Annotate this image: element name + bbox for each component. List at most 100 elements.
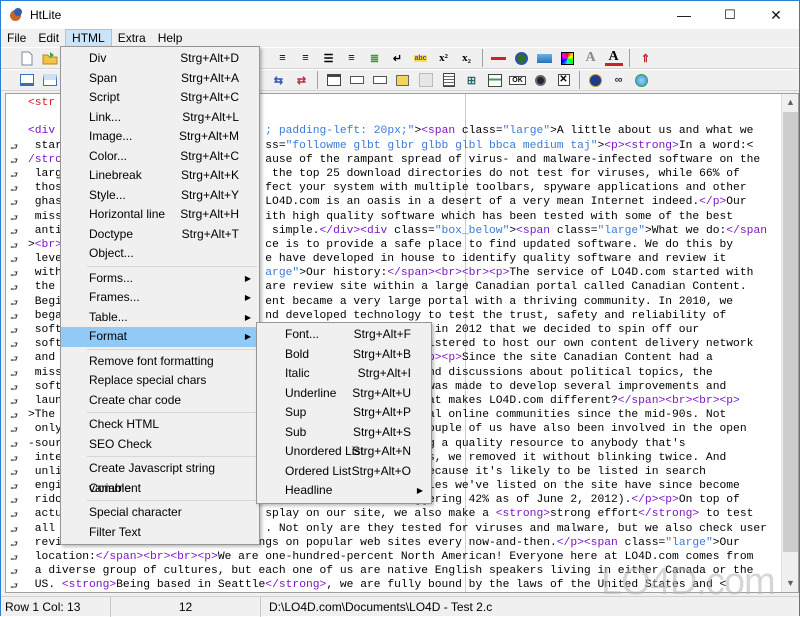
menu-item-headline[interactable]: Headline▶ xyxy=(257,481,431,501)
menu-item-link[interactable]: Link...Strg+Alt+L xyxy=(61,108,259,128)
scroll-up-icon[interactable]: ▲ xyxy=(782,94,799,111)
superscript-icon[interactable]: x² xyxy=(435,50,453,66)
wrap-marker-icon: ⮐ xyxy=(10,197,22,207)
menu-item-span[interactable]: SpanStrg+Alt+A xyxy=(61,69,259,89)
wrap-marker-icon: ⮐ xyxy=(10,368,22,378)
menu-item-label: Forms... xyxy=(89,269,133,289)
column-split-icon[interactable]: ⇆ xyxy=(270,72,288,88)
maximize-button[interactable]: ☐ xyxy=(707,1,753,29)
align-center-icon[interactable]: ≡ xyxy=(297,50,315,66)
menu-edit[interactable]: Edit xyxy=(32,29,65,47)
menu-item-font[interactable]: Font...Strg+Alt+F xyxy=(257,325,431,345)
menu-separator xyxy=(87,266,257,267)
menu-item-label: Script xyxy=(89,88,120,108)
wrap-marker-icon: ⮐ xyxy=(10,524,22,534)
app-logo-icon xyxy=(8,7,24,23)
align-left-icon[interactable]: ≡ xyxy=(274,50,292,66)
menu-item-label: Style... xyxy=(89,186,126,206)
menu-item-create-javascript-string-variable[interactable]: Create Javascript string variable xyxy=(61,459,259,479)
color-palette-icon[interactable] xyxy=(559,50,577,66)
menu-item-comment[interactable]: Comment xyxy=(61,479,259,499)
link-globe-icon[interactable] xyxy=(513,50,531,66)
menu-help[interactable]: Help xyxy=(152,29,189,47)
frame-icon[interactable] xyxy=(325,72,343,88)
menu-item-shortcut: Strg+Alt+A xyxy=(181,69,239,89)
frame-bottom-icon[interactable] xyxy=(41,72,59,88)
menu-item-sub[interactable]: SubStrg+Alt+S xyxy=(257,423,431,443)
menu-file[interactable]: File xyxy=(1,29,32,47)
form-icon[interactable] xyxy=(486,72,504,88)
menu-item-filter-text[interactable]: Filter Text xyxy=(61,523,259,543)
menu-item-label: Div xyxy=(89,49,106,69)
menu-item-label: Sup xyxy=(285,403,306,423)
spellcheck-icon[interactable]: abc xyxy=(412,50,430,66)
menu-item-script[interactable]: ScriptStrg+Alt+C xyxy=(61,88,259,108)
menu-item-bold[interactable]: BoldStrg+Alt+B xyxy=(257,345,431,365)
menu-item-div[interactable]: DivStrg+Alt+D xyxy=(61,49,259,69)
menu-item-color[interactable]: Color...Strg+Alt+C xyxy=(61,147,259,167)
tree-icon[interactable]: ⊞ xyxy=(463,72,481,88)
menu-separator xyxy=(87,456,257,457)
menu-item-unordered-list[interactable]: Unordered ListStrg+Alt+N xyxy=(257,442,431,462)
vertical-scrollbar[interactable]: ▲ ▼ xyxy=(781,94,798,592)
ok-button-icon[interactable]: OK xyxy=(509,72,527,88)
textarea-icon[interactable] xyxy=(371,72,389,88)
font-icon[interactable]: A xyxy=(582,50,600,66)
menu-item-special-character[interactable]: Special character xyxy=(61,503,259,523)
textbox-icon[interactable] xyxy=(348,72,366,88)
menu-item-replace-special-chars[interactable]: Replace special chars xyxy=(61,371,259,391)
checkbox-icon[interactable]: ✕ xyxy=(555,72,573,88)
menu-item-frames[interactable]: Frames...▶ xyxy=(61,288,259,308)
close-button[interactable]: ✕ xyxy=(753,1,799,29)
menu-item-label: Table... xyxy=(89,308,128,328)
subscript-icon[interactable]: x₂ xyxy=(458,50,476,66)
menu-html[interactable]: HTML xyxy=(65,29,112,47)
menu-item-create-char-code[interactable]: Create char code xyxy=(61,391,259,411)
menu-item-remove-font-formatting[interactable]: Remove font formatting xyxy=(61,352,259,372)
browser-icon[interactable] xyxy=(633,72,651,88)
menu-item-italic[interactable]: ItalicStrg+Alt+I xyxy=(257,364,431,384)
binoculars-icon[interactable]: ∞ xyxy=(610,72,628,88)
menu-item-seo-check[interactable]: SEO Check xyxy=(61,435,259,455)
menu-item-image[interactable]: Image...Strg+Alt+M xyxy=(61,127,259,147)
minimize-button[interactable]: — xyxy=(661,1,707,29)
html-menu: DivStrg+Alt+DSpanStrg+Alt+AScriptStrg+Al… xyxy=(60,46,260,545)
menu-item-horizontal-line[interactable]: Horizontal lineStrg+Alt+H xyxy=(61,205,259,225)
file-path: D:\LO4D.com\Documents\LO4D - Test 2.c xyxy=(261,597,496,617)
indent-icon[interactable]: ≣ xyxy=(366,50,384,66)
menu-item-object[interactable]: Object... xyxy=(61,244,259,264)
menu-item-style[interactable]: Style...Strg+Alt+Y xyxy=(61,186,259,206)
linebreak-icon[interactable]: ↵ xyxy=(389,50,407,66)
menu-item-format[interactable]: Format▶ xyxy=(61,327,259,347)
align-right-icon[interactable]: ≡ xyxy=(343,50,361,66)
new-file-icon[interactable] xyxy=(18,50,36,66)
menu-separator xyxy=(87,349,257,350)
menu-item-sup[interactable]: SupStrg+Alt+P xyxy=(257,403,431,423)
globe-dark-icon[interactable] xyxy=(587,72,605,88)
menu-item-linebreak[interactable]: LinebreakStrg+Alt+K xyxy=(61,166,259,186)
menu-item-table[interactable]: Table...▶ xyxy=(61,308,259,328)
radio-button-icon[interactable] xyxy=(532,72,550,88)
column-merge-icon[interactable]: ⇄ xyxy=(293,72,311,88)
menu-item-doctype[interactable]: DoctypeStrg+Alt+T xyxy=(61,225,259,245)
wrap-marker-icon: ⮐ xyxy=(10,481,22,491)
image-icon[interactable] xyxy=(536,50,554,66)
menu-item-shortcut: Strg+Alt+S xyxy=(353,423,411,443)
menu-item-label: Object... xyxy=(89,244,134,264)
frame-left-icon[interactable] xyxy=(18,72,36,88)
menu-item-ordered-list[interactable]: Ordered ListStrg+Alt+O xyxy=(257,462,431,482)
menu-item-check-html[interactable]: Check HTML xyxy=(61,415,259,435)
open-folder-icon[interactable] xyxy=(41,50,59,66)
scrollbar-thumb[interactable] xyxy=(783,112,798,552)
upload-icon[interactable]: ⇑ xyxy=(637,50,655,66)
list-icon[interactable] xyxy=(440,72,458,88)
folder-button-icon[interactable] xyxy=(394,72,412,88)
menu-item-forms[interactable]: Forms...▶ xyxy=(61,269,259,289)
toolbar-separator xyxy=(482,49,483,67)
menu-extra[interactable]: Extra xyxy=(112,29,152,47)
horizontal-rule-icon[interactable] xyxy=(490,50,508,66)
blank-button-icon[interactable] xyxy=(417,72,435,88)
font-color-icon[interactable]: A xyxy=(605,50,623,66)
align-justify-icon[interactable]: ☰ xyxy=(320,50,338,66)
menu-item-underline[interactable]: UnderlineStrg+Alt+U xyxy=(257,384,431,404)
